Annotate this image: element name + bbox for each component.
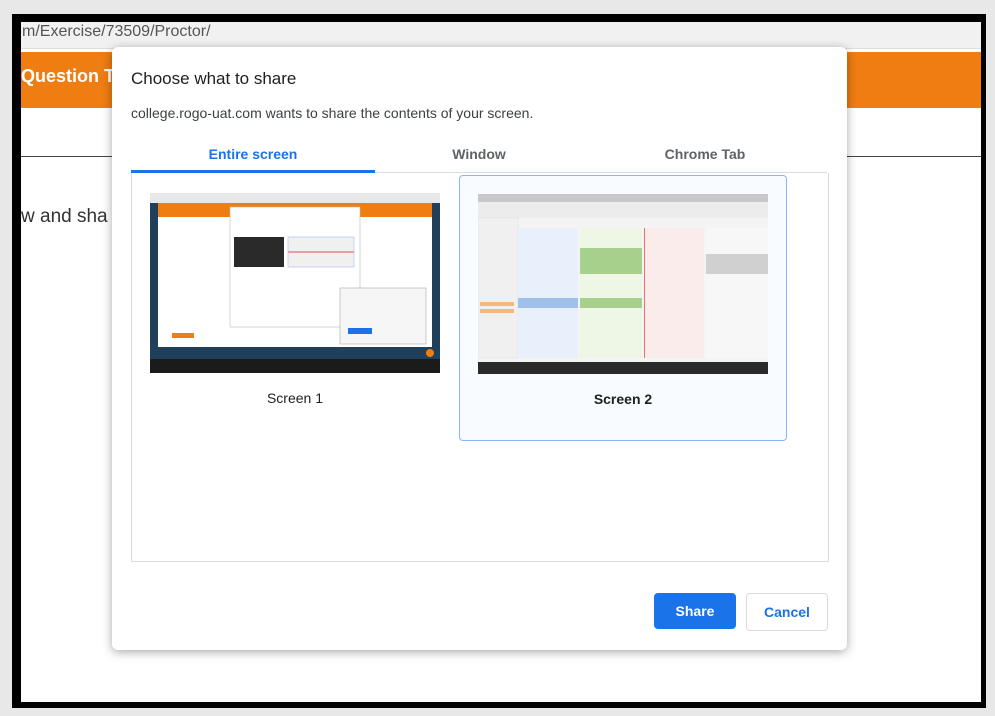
dialog-subtitle: college.rogo-uat.com wants to share the … xyxy=(131,105,534,121)
screen-option-1[interactable]: Screen 1 xyxy=(132,175,458,439)
share-button[interactable]: Share xyxy=(654,593,736,629)
share-screen-dialog: Choose what to share college.rogo-uat.co… xyxy=(112,47,847,650)
screen-option-2[interactable]: Screen 2 xyxy=(459,175,787,441)
screen-2-label: Screen 2 xyxy=(593,391,653,407)
share-tabs: Entire screen Window Chrome Tab xyxy=(131,142,827,173)
screen-list-panel: Screen 1 Screen 2 xyxy=(131,173,829,562)
tab-entire-screen[interactable]: Entire screen xyxy=(131,142,375,173)
url-text: m/Exercise/73509/Proctor/ xyxy=(22,23,211,40)
page-body-text: w and sha xyxy=(21,206,108,227)
cancel-button[interactable]: Cancel xyxy=(746,593,828,631)
page-header-title: Question Ty xyxy=(21,66,124,86)
tab-chrome-tab[interactable]: Chrome Tab xyxy=(583,142,827,172)
screen-1-thumbnail xyxy=(150,193,440,373)
screen-1-label: Screen 1 xyxy=(266,390,324,406)
tab-window[interactable]: Window xyxy=(357,142,601,172)
address-bar[interactable]: m/Exercise/73509/Proctor/ xyxy=(21,22,981,49)
dialog-title: Choose what to share xyxy=(131,69,297,88)
screen-2-thumbnail xyxy=(478,194,768,374)
